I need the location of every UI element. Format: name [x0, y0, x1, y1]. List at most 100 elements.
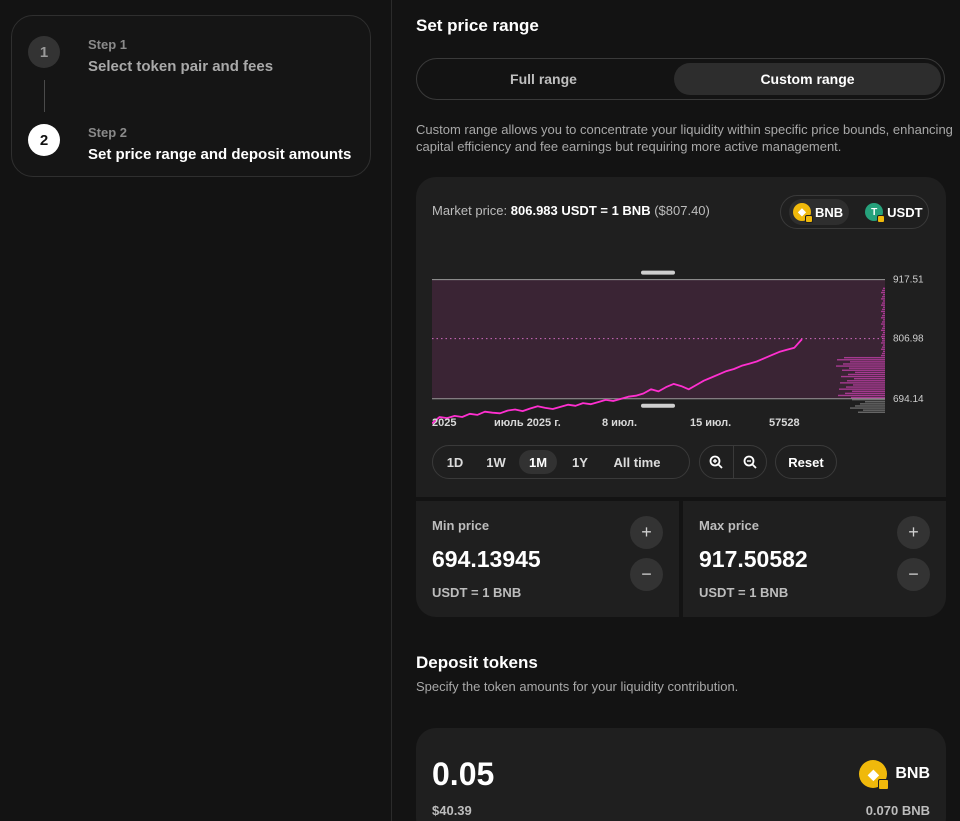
min-price-increase-button[interactable]: +	[630, 516, 663, 549]
token-switcher: ◆ BNB T USDT	[780, 195, 929, 229]
step-2-title: Set price range and deposit amounts	[88, 146, 352, 163]
min-price-handle[interactable]	[641, 403, 675, 408]
price-range-title: Set price range	[416, 16, 539, 35]
max-price-increase-button[interactable]: +	[897, 516, 930, 549]
steps-card: 1 Step 1 Select token pair and fees 2 St…	[11, 15, 371, 177]
liquidity-bar	[883, 344, 885, 346]
bnb-coin-icon: ◆	[793, 203, 813, 223]
custom-range-description: Custom range allows you to concentrate y…	[416, 122, 953, 154]
market-price-label: Market price:	[432, 203, 508, 218]
max-price-value[interactable]: 917.50582	[699, 546, 808, 573]
liquidity-bar	[840, 382, 885, 384]
liquidity-bar	[883, 293, 885, 296]
deposit-description: Specify the token amounts for your liqui…	[416, 679, 739, 694]
liquidity-bar	[882, 314, 885, 317]
liquidity-bar	[849, 367, 885, 369]
liquidity-bar	[850, 407, 885, 409]
liquidity-bar	[860, 403, 885, 405]
max-price-box: Max price 917.50582 USDT = 1 BNB + −	[683, 501, 946, 617]
liquidity-bar	[883, 306, 885, 308]
zoom-controls	[699, 445, 767, 479]
market-price-value: 806.983 USDT = 1 BNB	[510, 203, 651, 218]
liquidity-bar	[881, 291, 885, 294]
x-tick-label: 15 июл.	[690, 417, 731, 429]
liquidity-bar	[882, 302, 885, 304]
min-price-unit: USDT = 1 BNB	[432, 585, 522, 600]
liquidity-bar	[883, 287, 885, 290]
y-tick-label: 806.98	[893, 334, 924, 345]
price-chart[interactable]: 917.51 806.98 694.14 2025 июль 2025 г. 8 июл…	[432, 265, 932, 435]
liquidity-bar	[883, 319, 885, 321]
step-2-number: 2	[28, 124, 60, 156]
reset-button[interactable]: Reset	[775, 445, 837, 479]
liquidity-bar	[847, 380, 885, 382]
custom-range-button[interactable]: Custom range	[674, 63, 941, 95]
step-2-label: Step 2	[88, 125, 128, 140]
liquidity-bar	[882, 289, 885, 292]
liquidity-bar	[855, 405, 885, 407]
timeframe-all-time-button[interactable]: All time	[603, 450, 671, 474]
liquidity-bar	[881, 354, 885, 357]
liquidity-bar	[882, 333, 885, 336]
step-connector	[44, 80, 45, 112]
liquidity-bar	[882, 340, 885, 342]
liquidity-bar	[863, 409, 885, 411]
market-price: Market price: 806.983 USDT = 1 BNB ($807…	[432, 203, 710, 218]
liquidity-bar	[881, 310, 885, 313]
zoom-out-button[interactable]	[732, 446, 767, 478]
liquidity-bar	[883, 331, 885, 334]
liquidity-bar	[848, 373, 885, 376]
y-tick-label: 694.14	[893, 394, 924, 405]
liquidity-bar	[837, 359, 885, 361]
bnb-coin-icon: ◆	[859, 760, 890, 790]
liquidity-bar	[881, 348, 885, 350]
timeframe-1y-button[interactable]: 1Y	[557, 450, 603, 474]
liquidity-bar	[838, 394, 885, 397]
zoom-out-icon	[743, 455, 757, 469]
step-1-title: Select token pair and fees	[88, 58, 274, 75]
liquidity-bar	[852, 390, 885, 392]
zoom-in-button[interactable]	[700, 446, 733, 478]
liquidity-bar	[881, 342, 885, 344]
liquidity-bar	[881, 335, 885, 338]
step-1[interactable]: 1 Step 1 Select token pair and fees	[28, 36, 273, 77]
liquidity-bar	[883, 300, 885, 302]
token-usdt-button[interactable]: T USDT	[861, 199, 928, 225]
step-2[interactable]: 2 Step 2 Set price range and deposit amo…	[28, 124, 351, 165]
timeframe-1m-button[interactable]: 1M	[519, 450, 557, 474]
liquidity-bar	[844, 356, 885, 359]
zoom-in-icon	[709, 455, 723, 469]
liquidity-bar	[881, 329, 885, 332]
x-tick-label: 8 июл.	[602, 417, 637, 429]
usdt-coin-icon: T	[865, 203, 886, 223]
minus-icon: −	[908, 564, 919, 584]
deposit-token: ◆ BNB	[859, 760, 930, 790]
liquidity-bar	[845, 392, 885, 395]
min-price-box: Min price 694.13945 USDT = 1 BNB + −	[416, 501, 679, 617]
min-price-value[interactable]: 694.13945	[432, 546, 541, 573]
liquidity-bar	[883, 338, 885, 340]
min-price-decrease-button[interactable]: −	[630, 558, 663, 591]
max-price-label: Max price	[699, 518, 759, 533]
liquidity-bar	[865, 401, 885, 403]
plus-icon: +	[641, 522, 652, 542]
x-tick-label: июль 2025 г.	[494, 417, 561, 429]
liquidity-bar	[883, 325, 885, 327]
liquidity-bar	[850, 361, 885, 363]
deposit-amount-input[interactable]: 0.05	[432, 756, 494, 793]
liquidity-bar	[851, 396, 885, 399]
timeframe-1w-button[interactable]: 1W	[473, 450, 519, 474]
deposit-title: Deposit tokens	[416, 653, 538, 672]
timeframe-1d-button[interactable]: 1D	[437, 450, 473, 474]
max-price-unit: USDT = 1 BNB	[699, 585, 789, 600]
token-bnb-button[interactable]: ◆ BNB	[789, 199, 850, 225]
max-price-decrease-button[interactable]: −	[897, 558, 930, 591]
y-tick-label: 917.51	[893, 275, 924, 286]
liquidity-bar	[852, 398, 885, 401]
full-range-button[interactable]: Full range	[421, 63, 666, 95]
liquidity-bar	[846, 386, 885, 388]
max-price-handle[interactable]	[641, 270, 675, 275]
liquidity-bar	[882, 308, 885, 311]
liquidity-bar	[883, 350, 885, 353]
liquidity-bar	[881, 323, 885, 325]
